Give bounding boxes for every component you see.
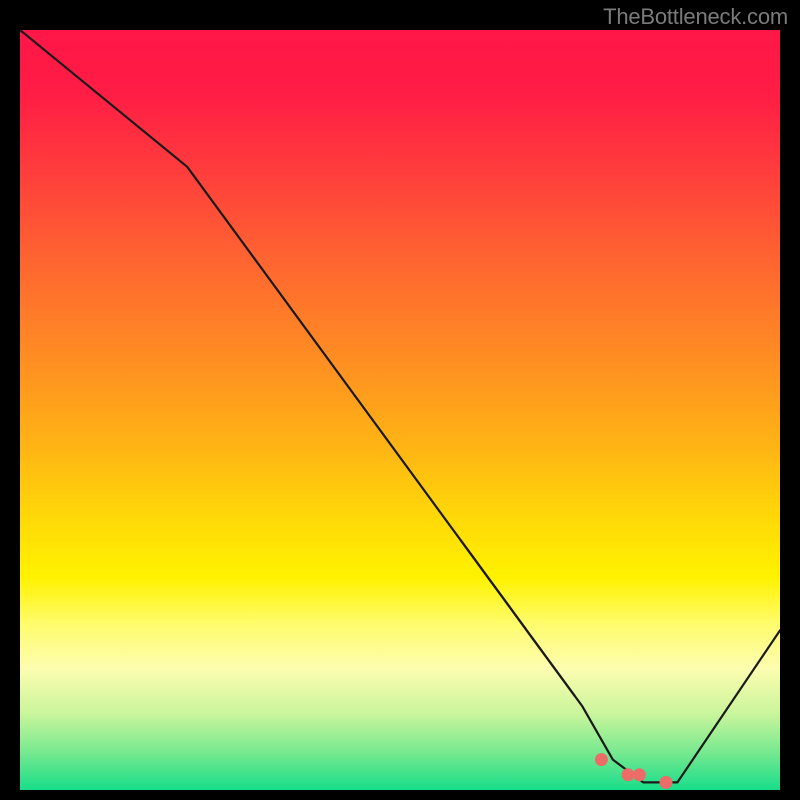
heatmap-gradient (20, 30, 780, 790)
chart-area (20, 30, 780, 790)
attribution-text: TheBottleneck.com (603, 4, 788, 30)
